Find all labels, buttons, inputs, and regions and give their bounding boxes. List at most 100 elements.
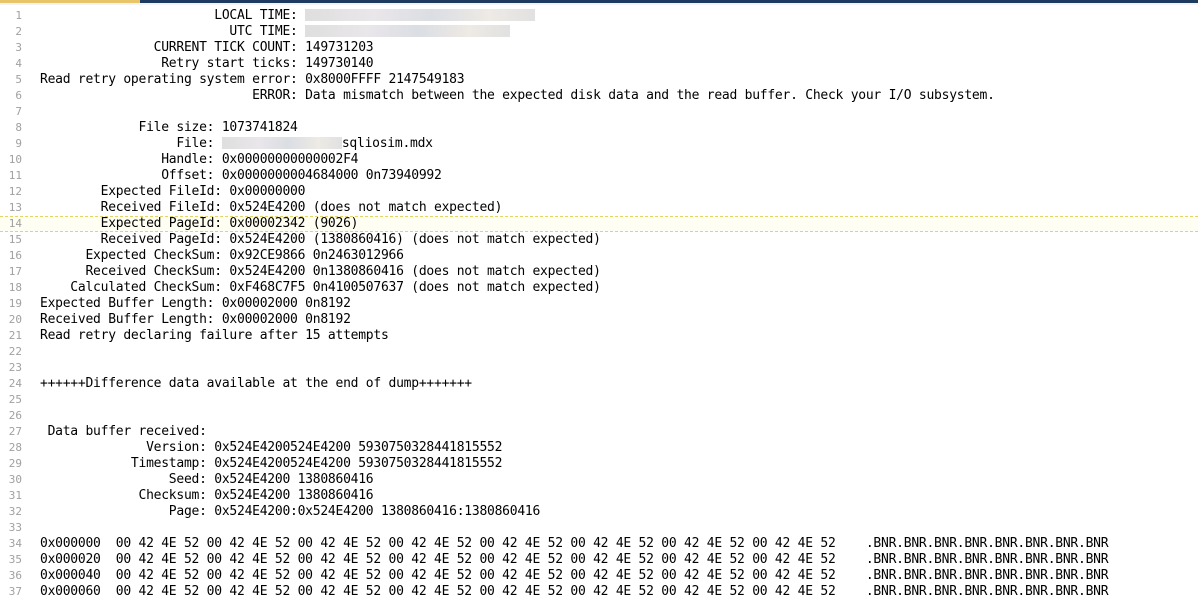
editor-line[interactable]: 35 0x000020 00 42 4E 52 00 42 4E 52 00 42… <box>0 552 1198 568</box>
line-number: 4 <box>15 57 22 70</box>
editor-line[interactable]: 36 0x000040 00 42 4E 52 00 42 4E 52 00 42… <box>0 568 1198 584</box>
text-editor[interactable]: 1 LOCAL TIME: 2 UTC TIME: 3 CURRENT TICK… <box>0 8 1198 602</box>
line-number: 11 <box>8 169 22 182</box>
line-number: 36 <box>8 569 22 582</box>
line-content: 0x000000 00 42 4E 52 00 42 4E 52 00 42 4… <box>40 536 1109 551</box>
line-content: Data buffer received: <box>40 424 207 439</box>
editor-line[interactable]: 34 0x000000 00 42 4E 52 00 42 4E 52 00 42… <box>0 536 1198 552</box>
line-text: Timestamp: 0x524E4200524E4200 5930750328… <box>40 456 503 472</box>
line-number: 31 <box>8 489 22 502</box>
editor-line[interactable]: 5 Read retry operating system error: 0x80… <box>0 72 1198 88</box>
line-text: Handle: 0x00000000000002F4 <box>40 152 358 168</box>
editor-line[interactable]: 19 Expected Buffer Length: 0x00002000 0n8… <box>0 296 1198 312</box>
line-content: Received FileId: 0x524E4200 (does not ma… <box>40 200 503 215</box>
line-text: 0x000060 00 42 4E 52 00 42 4E 52 00 42 4… <box>40 584 1109 600</box>
editor-line[interactable]: 23 <box>0 360 1198 376</box>
editor-line[interactable]: 27 Data buffer received: <box>0 424 1198 440</box>
line-number: 32 <box>8 505 22 518</box>
line-content: Received CheckSum: 0x524E4200 0n13808604… <box>40 264 601 279</box>
editor-line[interactable]: 3 CURRENT TICK COUNT: 149731203 <box>0 40 1198 56</box>
editor-line[interactable]: 6 ERROR: Data mismatch between the expec… <box>0 88 1198 104</box>
editor-line[interactable]: 9 File: sqliosim.mdx <box>0 136 1198 152</box>
editor-line[interactable]: 8 File size: 1073741824 <box>0 120 1198 136</box>
line-content: Received PageId: 0x524E4200 (1380860416)… <box>40 232 601 247</box>
editor-line[interactable]: 32 Page: 0x524E4200:0x524E4200 138086041… <box>0 504 1198 520</box>
line-number: 3 <box>15 41 22 54</box>
editor-line[interactable]: 17 Received CheckSum: 0x524E4200 0n13808… <box>0 264 1198 280</box>
line-number: 16 <box>8 249 22 262</box>
line-text: File: sqliosim.mdx <box>40 136 433 152</box>
editor-line[interactable]: 7 <box>0 104 1198 120</box>
line-text: Page: 0x524E4200:0x524E4200 1380860416:1… <box>40 504 541 520</box>
line-number: 30 <box>8 473 22 486</box>
line-number: 1 <box>15 9 22 22</box>
editor-line[interactable]: 18 Calculated CheckSum: 0xF468C7F5 0n410… <box>0 280 1198 296</box>
editor-line[interactable]: 31 Checksum: 0x524E4200 1380860416 <box>0 488 1198 504</box>
line-number: 10 <box>8 153 22 166</box>
line-text: Expected PageId: 0x00002342 (9026) <box>40 216 359 231</box>
line-text: Seed: 0x524E4200 1380860416 <box>40 472 374 488</box>
editor-line[interactable]: 1 LOCAL TIME: <box>0 8 1198 24</box>
line-number: 12 <box>8 185 22 198</box>
line-content: File size: 1073741824 <box>40 120 298 135</box>
line-content: ERROR: Data mismatch between the expecte… <box>40 88 995 103</box>
line-text: Version: 0x524E4200524E4200 593075032844… <box>40 440 502 456</box>
editor-line[interactable]: 21 Read retry declaring failure after 15 … <box>0 328 1198 344</box>
editor-line[interactable]: 2 UTC TIME: <box>0 24 1198 40</box>
line-number: 34 <box>8 537 22 550</box>
line-content: 0x000060 00 42 4E 52 00 42 4E 52 00 42 4… <box>40 584 1109 599</box>
line-text: Received PageId: 0x524E4200 (1380860416)… <box>40 232 601 248</box>
line-content: UTC TIME: <box>40 24 306 39</box>
line-text: Offset: 0x0000000004684000 0n73940992 <box>40 168 442 184</box>
editor-line[interactable]: 11 Offset: 0x0000000004684000 0n73940992 <box>0 168 1198 184</box>
line-number: 29 <box>8 457 22 470</box>
line-text: 0x000020 00 42 4E 52 00 42 4E 52 00 42 4… <box>40 552 1109 568</box>
redacted-value <box>305 25 511 37</box>
editor-line[interactable]: 25 <box>0 392 1198 408</box>
line-content: Expected Buffer Length: 0x00002000 0n819… <box>40 296 351 311</box>
line-number: 8 <box>15 121 22 134</box>
line-text: Received CheckSum: 0x524E4200 0n13808604… <box>40 264 601 280</box>
line-text: Received Buffer Length: 0x00002000 0n819… <box>40 312 351 328</box>
line-number: 14 <box>8 217 22 230</box>
line-content: ++++++Difference data available at the e… <box>40 376 472 391</box>
line-text: Retry start ticks: 149730140 <box>40 56 373 72</box>
editor-line[interactable]: 12 Expected FileId: 0x00000000 <box>0 184 1198 200</box>
editor-line[interactable]: 16 Expected CheckSum: 0x92CE9866 0n24630… <box>0 248 1198 264</box>
editor-line[interactable]: 20 Received Buffer Length: 0x00002000 0n8… <box>0 312 1198 328</box>
line-number: 35 <box>8 553 22 566</box>
line-content: Read retry operating system error: 0x800… <box>40 72 465 87</box>
line-text: Checksum: 0x524E4200 1380860416 <box>40 488 373 504</box>
editor-line[interactable]: 15 Received PageId: 0x524E4200 (13808604… <box>0 232 1198 248</box>
line-content: Seed: 0x524E4200 1380860416 <box>40 472 374 487</box>
line-text: Read retry operating system error: 0x800… <box>40 72 465 88</box>
editor-line[interactable]: 24 ++++++Difference data available at the… <box>0 376 1198 392</box>
line-content: LOCAL TIME: <box>40 8 306 23</box>
line-content: 0x000040 00 42 4E 52 00 42 4E 52 00 42 4… <box>40 568 1109 583</box>
active-tab-indicator[interactable] <box>0 0 140 3</box>
editor-line[interactable]: 10 Handle: 0x00000000000002F4 <box>0 152 1198 168</box>
line-content: Expected PageId: 0x00002342 (9026) <box>40 216 359 231</box>
line-number: 20 <box>8 313 22 326</box>
editor-line[interactable]: 37 0x000060 00 42 4E 52 00 42 4E 52 00 42… <box>0 584 1198 600</box>
editor-line[interactable]: 13 Received FileId: 0x524E4200 (does not… <box>0 200 1198 216</box>
line-number: 27 <box>8 425 22 438</box>
editor-line[interactable]: 33 <box>0 520 1198 536</box>
line-text: Expected CheckSum: 0x92CE9866 0n24630129… <box>40 248 403 264</box>
editor-line[interactable]: 28 Version: 0x524E4200524E4200 593075032… <box>0 440 1198 456</box>
line-text: Expected FileId: 0x00000000 <box>40 184 306 200</box>
line-number: 24 <box>8 377 22 390</box>
line-content: Received Buffer Length: 0x00002000 0n819… <box>40 312 351 327</box>
editor-line[interactable]: 4 Retry start ticks: 149730140 <box>0 56 1198 72</box>
editor-line[interactable]: 30 Seed: 0x524E4200 1380860416 <box>0 472 1198 488</box>
editor-line[interactable]: 22 <box>0 344 1198 360</box>
editor-line[interactable]: 29 Timestamp: 0x524E4200524E4200 5930750… <box>0 456 1198 472</box>
line-content: Calculated CheckSum: 0xF468C7F5 0n410050… <box>40 280 601 295</box>
line-content: Checksum: 0x524E4200 1380860416 <box>40 488 374 503</box>
editor-line[interactable]: 14 Expected PageId: 0x00002342 (9026) <box>0 216 1198 232</box>
editor-line[interactable]: 26 <box>0 408 1198 424</box>
line-number: 13 <box>8 201 22 214</box>
line-number: 26 <box>8 409 22 422</box>
redacted-value <box>305 9 536 21</box>
line-number: 18 <box>8 281 22 294</box>
